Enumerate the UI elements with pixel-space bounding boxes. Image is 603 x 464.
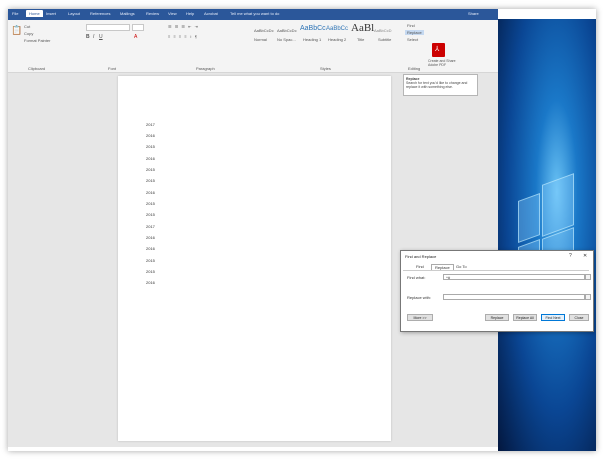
share-button[interactable]: Share [468,11,479,16]
list-buttons[interactable]: ☰ ☰ ☰ ⇤ ⇥ [168,24,199,29]
tab-file[interactable]: File [12,11,18,16]
style-name-normal: Normal [254,37,267,42]
doc-line: 2015 [146,201,155,206]
align-buttons[interactable]: ≡ ≡ ≡ ≡ ↕ ¶ [168,34,198,39]
style-name-title: Title [357,37,365,42]
tell-me-search[interactable]: Tell me what you want to do [230,11,279,16]
tab-layout[interactable]: Layout [68,11,80,16]
tab-mailings[interactable]: Mailings [120,11,135,16]
replace-with-input[interactable] [443,294,585,300]
tooltip-body: Search for text you'd like to change and… [406,81,468,89]
italic-button[interactable]: I [93,34,94,40]
doc-line: 2015 [146,144,155,149]
dialog-close-button[interactable]: Close [569,314,589,321]
format-painter-button[interactable]: Format Painter [24,38,50,43]
find-what-label: Find what: [407,275,426,280]
copy-button[interactable]: Copy [24,31,33,36]
find-what-input[interactable]: ^# [443,274,585,280]
document-page[interactable]: 2017 2016 2015 2016 2015 2015 2016 2015 … [118,76,391,441]
underline-button[interactable]: U [99,34,103,40]
windows-logo-pane [518,192,540,244]
help-button[interactable]: ? [569,253,572,259]
style-name-heading2: Heading 2 [328,37,347,42]
doc-line: 2016 [146,246,155,251]
replace-action-button[interactable]: Replace [485,314,509,321]
tab-view[interactable]: View [168,11,177,16]
replace-button[interactable]: Replace [405,30,424,35]
doc-line: 2016 [146,280,155,285]
style-sample-normal[interactable]: AaBbCcDc [254,28,274,33]
group-font: Font [108,66,117,71]
doc-line: 2015 [146,212,155,217]
tab-review[interactable]: Review [146,11,159,16]
cut-button[interactable]: Cut [24,24,30,29]
tab-help[interactable]: Help [186,11,194,16]
style-name-heading1: Heading 1 [303,37,322,42]
find-replace-dialog: Find and Replace ? ✕ Find Replace Go To … [400,250,594,332]
paste-icon[interactable]: 📋 [11,25,22,36]
doc-line: 2015 [146,269,155,274]
find-next-button[interactable]: Find Next [541,314,565,321]
doc-line: 2016 [146,190,155,195]
replace-all-button[interactable]: Replace All [513,314,537,321]
doc-line: 2017 [146,122,155,127]
tab-home[interactable]: Home [26,10,43,17]
find-dropdown-icon[interactable] [585,274,591,280]
select-button[interactable]: Select [407,37,418,42]
replace-tooltip: Replace Search for text you'd like to ch… [403,74,478,96]
ribbon: 📋 Cut Copy Format Painter Clipboard B I … [8,20,498,73]
ribbon-tab-bar: File Home Insert Layout References Maili… [8,9,498,20]
word-window: File Home Insert Layout References Maili… [8,9,498,447]
tab-find[interactable]: Find [413,264,427,269]
style-sample-heading1[interactable]: AaBbCc [300,25,326,32]
doc-line: 2016 [146,133,155,138]
bold-button[interactable]: B [86,34,90,40]
group-editing: Editing [408,66,421,71]
adobe-pdf-icon[interactable]: ⅄ [432,43,445,57]
doc-line: 2016 [146,156,155,161]
group-clipboard: Clipboard [28,66,46,71]
dialog-title: Find and Replace [405,254,437,259]
style-sample-heading2[interactable]: AaBbCc [326,26,348,32]
doc-line: 2016 [146,235,155,240]
screenshot-frame: File Home Insert Layout References Maili… [8,9,596,451]
desktop-background [498,19,596,451]
style-sample-title[interactable]: AaBl [351,22,374,34]
style-name-subtitle: Subtitle [378,37,392,42]
style-sample-no-spacing[interactable]: AaBbCcDc [277,28,297,33]
font-name-box[interactable] [86,24,130,31]
style-name-no-spacing: No Spac... [277,37,296,42]
doc-line: 2015 [146,258,155,263]
group-styles: Styles [320,66,331,71]
tab-acrobat[interactable]: Acrobat [204,11,218,16]
group-paragraph: Paragraph [196,66,215,71]
close-icon[interactable]: ✕ [583,253,587,259]
doc-line: 2017 [146,224,155,229]
tab-insert[interactable]: Insert [46,11,56,16]
tab-references[interactable]: References [90,11,110,16]
style-sample-subtitle[interactable]: AaBbCcD [374,28,392,33]
font-size-box[interactable] [132,24,144,31]
doc-line: 2015 [146,167,155,172]
tab-divider [403,270,589,271]
windows-logo-pane [542,173,574,237]
tab-go-to[interactable]: Go To [453,264,470,269]
create-share-pdf-label[interactable]: Create and Share Adobe PDF [428,59,464,67]
replace-with-label: Replace with: [407,295,432,300]
replace-dropdown-icon[interactable] [585,294,591,300]
font-color-button[interactable]: A [134,34,137,40]
find-button[interactable]: Find [407,23,415,28]
doc-line: 2015 [146,178,155,183]
more-button[interactable]: More >> [407,314,433,321]
